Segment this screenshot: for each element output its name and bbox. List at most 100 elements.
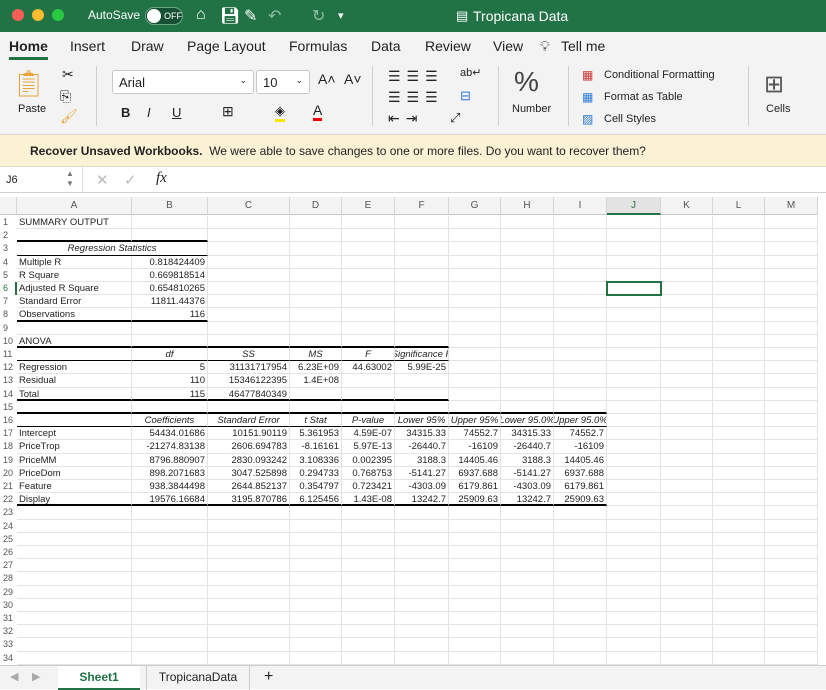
cell-i20[interactable]: 6937.688: [554, 466, 607, 480]
cell-a13[interactable]: Residual: [17, 374, 132, 388]
column-header-g[interactable]: G: [449, 197, 501, 215]
empty-cell[interactable]: [661, 414, 713, 428]
empty-cell[interactable]: [395, 321, 449, 335]
cell-h19[interactable]: 3188.3: [501, 453, 554, 467]
empty-cell[interactable]: [17, 532, 132, 546]
empty-cell[interactable]: [607, 519, 661, 533]
empty-cell[interactable]: [554, 268, 607, 282]
empty-cell[interactable]: [713, 334, 765, 348]
empty-cell[interactable]: [208, 334, 290, 348]
cell-b21[interactable]: 938.3844498: [132, 480, 208, 494]
empty-cell[interactable]: [554, 546, 607, 560]
empty-cell[interactable]: [501, 348, 554, 362]
cut-icon[interactable]: ✂: [62, 66, 74, 83]
empty-cell[interactable]: [17, 638, 132, 652]
cell-a21[interactable]: Feature: [17, 480, 132, 494]
column-header-d[interactable]: D: [290, 197, 342, 215]
empty-cell[interactable]: [132, 506, 208, 520]
empty-cell[interactable]: [501, 361, 554, 375]
empty-cell[interactable]: [290, 282, 342, 296]
empty-cell[interactable]: [342, 334, 395, 348]
empty-cell[interactable]: [713, 625, 765, 639]
empty-cell[interactable]: [290, 400, 342, 414]
empty-cell[interactable]: [290, 625, 342, 639]
empty-cell[interactable]: [342, 216, 395, 230]
empty-cell[interactable]: [449, 559, 501, 573]
empty-cell[interactable]: [713, 414, 765, 428]
alignment-icons[interactable]: ☰☰☰ ☰☰☰ ⇤⇥: [388, 66, 444, 129]
empty-cell[interactable]: [661, 255, 713, 269]
sheet-tab-sheet1[interactable]: Sheet1: [58, 666, 140, 690]
empty-cell[interactable]: [449, 321, 501, 335]
empty-cell[interactable]: [607, 638, 661, 652]
empty-cell[interactable]: [449, 519, 501, 533]
tab-home[interactable]: Home: [9, 38, 48, 60]
empty-cell[interactable]: [449, 348, 501, 362]
empty-cell[interactable]: [607, 427, 661, 441]
empty-cell[interactable]: [501, 612, 554, 626]
cell-a22[interactable]: Display: [17, 493, 132, 507]
empty-cell[interactable]: [661, 387, 713, 401]
row-header-13[interactable]: 13: [0, 374, 17, 388]
cell-i18[interactable]: -16109: [554, 440, 607, 454]
empty-cell[interactable]: [501, 321, 554, 335]
empty-cell[interactable]: [554, 585, 607, 599]
empty-cell[interactable]: [765, 651, 818, 665]
empty-cell[interactable]: [449, 625, 501, 639]
empty-cell[interactable]: [765, 427, 818, 441]
empty-cell[interactable]: [765, 572, 818, 586]
empty-cell[interactable]: [501, 242, 554, 256]
cell-c18[interactable]: 2606.694783: [208, 440, 290, 454]
empty-cell[interactable]: [395, 295, 449, 309]
empty-cell[interactable]: [713, 242, 765, 256]
empty-cell[interactable]: [554, 519, 607, 533]
cell-d16[interactable]: t Stat: [290, 414, 342, 428]
empty-cell[interactable]: [501, 651, 554, 665]
italic-button[interactable]: I: [147, 105, 151, 120]
save-icon[interactable]: 💾︎: [220, 6, 240, 26]
empty-cell[interactable]: [501, 572, 554, 586]
minimize-window-button[interactable]: [32, 9, 44, 21]
paste-icon[interactable]: 📋︎: [12, 68, 45, 99]
empty-cell[interactable]: [661, 466, 713, 480]
empty-cell[interactable]: [342, 321, 395, 335]
empty-cell[interactable]: [342, 374, 395, 388]
cell-g16[interactable]: Upper 95%: [449, 414, 501, 428]
empty-cell[interactable]: [765, 268, 818, 282]
empty-cell[interactable]: [208, 532, 290, 546]
cell-e17[interactable]: 4.59E-07: [342, 427, 395, 441]
empty-cell[interactable]: [607, 414, 661, 428]
cell-h20[interactable]: -5141.27: [501, 466, 554, 480]
empty-cell[interactable]: [290, 268, 342, 282]
empty-cell[interactable]: [501, 229, 554, 243]
row-header-4[interactable]: 4: [0, 255, 17, 269]
empty-cell[interactable]: [607, 559, 661, 573]
empty-cell[interactable]: [290, 308, 342, 322]
empty-cell[interactable]: [208, 519, 290, 533]
cell-h17[interactable]: 34315.33: [501, 427, 554, 441]
close-window-button[interactable]: [12, 9, 24, 21]
cell-c22[interactable]: 3195.870786: [208, 493, 290, 507]
empty-cell[interactable]: [132, 625, 208, 639]
cell-f19[interactable]: 3188.3: [395, 453, 449, 467]
empty-cell[interactable]: [607, 321, 661, 335]
empty-cell[interactable]: [661, 282, 713, 296]
empty-cell[interactable]: [501, 585, 554, 599]
empty-cell[interactable]: [132, 638, 208, 652]
empty-cell[interactable]: [713, 229, 765, 243]
underline-button[interactable]: U: [172, 105, 181, 120]
empty-cell[interactable]: [607, 348, 661, 362]
fx-icon[interactable]: fx: [156, 170, 167, 187]
empty-cell[interactable]: [342, 559, 395, 573]
empty-cell[interactable]: [449, 229, 501, 243]
empty-cell[interactable]: [208, 506, 290, 520]
cell-d21[interactable]: 0.354797: [290, 480, 342, 494]
cell-b4[interactable]: 0.818424409: [132, 255, 208, 269]
cell-d12[interactable]: 6.23E+09: [290, 361, 342, 375]
empty-cell[interactable]: [607, 546, 661, 560]
empty-cell[interactable]: [208, 572, 290, 586]
cell-styles-button[interactable]: Cell Styles: [604, 113, 656, 125]
cell-d17[interactable]: 5.361953: [290, 427, 342, 441]
empty-cell[interactable]: [607, 440, 661, 454]
empty-cell[interactable]: [607, 493, 661, 507]
